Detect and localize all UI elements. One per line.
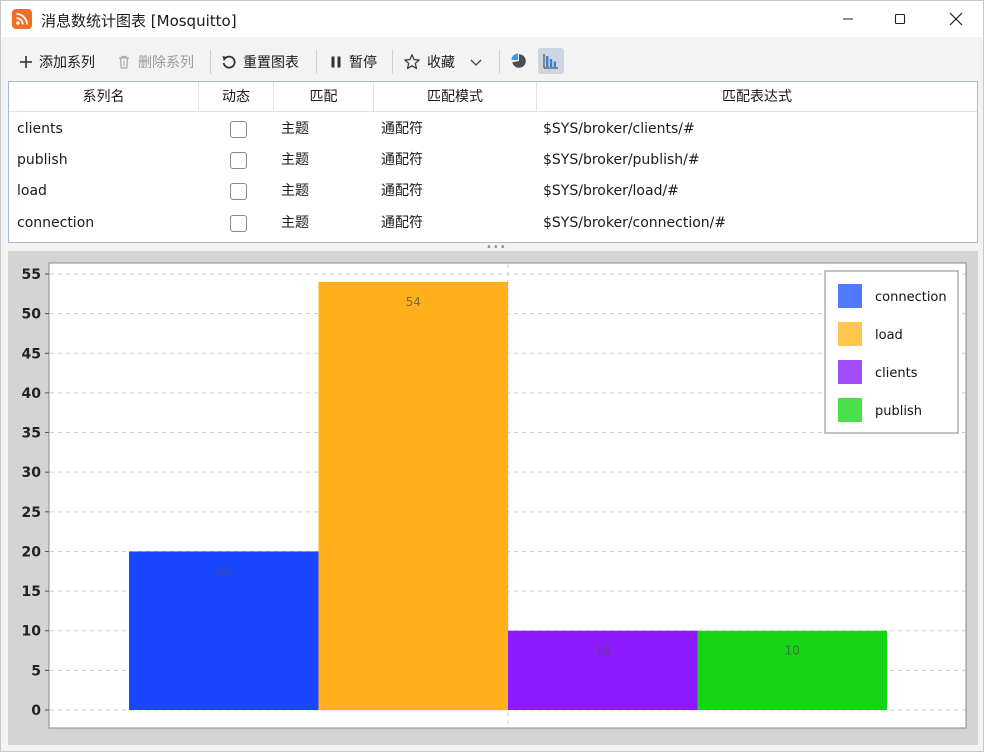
data-label: 10 <box>785 644 800 658</box>
table-row[interactable]: clients 主题 通配符 $SYS/broker/clients/# <box>9 114 977 145</box>
match-cell: 主题 <box>281 183 309 199</box>
pause-icon <box>331 56 341 68</box>
dynamic-checkbox[interactable] <box>230 215 247 232</box>
column-header-series-name[interactable]: 系列名 <box>9 82 199 112</box>
close-button[interactable] <box>931 1 981 37</box>
close-icon <box>949 12 963 26</box>
minimize-icon <box>843 18 853 20</box>
bar-load <box>318 281 508 710</box>
legend-swatch <box>838 284 862 308</box>
y-tick-label: 5 <box>31 663 41 679</box>
bar-clients <box>508 630 698 710</box>
pause-button[interactable]: 暂停 <box>329 48 377 76</box>
dynamic-checkbox[interactable] <box>230 121 247 138</box>
data-label: 54 <box>406 295 421 309</box>
refresh-icon <box>222 55 236 69</box>
match-mode-cell: 通配符 <box>381 152 423 168</box>
expression-cell: $SYS/broker/load/# <box>543 183 679 199</box>
series-name-cell: clients <box>17 121 63 137</box>
pie-chart-toggle[interactable] <box>506 48 532 74</box>
column-header-match[interactable]: 匹配 <box>274 82 374 112</box>
column-header-expression[interactable]: 匹配表达式 <box>537 82 977 112</box>
window-title: 消息数统计图表 [Mosquitto] <box>41 12 237 30</box>
bar-chart-icon <box>543 54 558 69</box>
legend-label: load <box>875 328 903 343</box>
toolbar-separator <box>499 50 500 74</box>
panel-splitter[interactable]: ••• <box>1 243 983 253</box>
match-mode-cell: 通配符 <box>381 183 423 199</box>
bar-chart-toggle[interactable] <box>538 48 564 74</box>
y-tick-label: 55 <box>22 267 41 283</box>
expression-cell: $SYS/broker/clients/# <box>543 121 695 137</box>
match-cell: 主题 <box>281 121 309 137</box>
y-tick-label: 20 <box>22 544 42 560</box>
rss-feed-icon <box>12 9 32 29</box>
bar-chart: 0 5 10 15 20 25 30 35 40 45 50 55 20 54 10 10 connection… <box>22 262 967 729</box>
delete-series-button[interactable]: 删除系列 <box>116 48 194 76</box>
bar-publish <box>697 630 887 710</box>
chart-window: 消息数统计图表 [Mosquitto] 添加系列 删除系列 重置图表 暂停 收藏… <box>0 0 984 752</box>
favorite-label: 收藏 <box>427 55 455 71</box>
legend-swatch <box>838 322 862 346</box>
y-tick-label: 15 <box>22 584 41 600</box>
maximize-button[interactable] <box>875 1 925 37</box>
legend-swatch <box>838 360 862 384</box>
table-row[interactable]: publish 主题 通配符 $SYS/broker/publish/# <box>9 145 977 176</box>
dynamic-checkbox[interactable] <box>230 183 247 200</box>
dynamic-checkbox[interactable] <box>230 152 247 169</box>
data-label: 20 <box>216 564 231 578</box>
toolbar-separator <box>316 50 317 74</box>
plus-icon <box>20 56 32 68</box>
legend-label: publish <box>875 404 922 419</box>
y-tick-label: 50 <box>22 307 42 323</box>
y-tick-label: 10 <box>22 624 42 640</box>
pause-label: 暂停 <box>349 55 377 71</box>
y-tick-label: 40 <box>22 386 42 402</box>
legend-label: clients <box>875 366 918 381</box>
expression-cell: $SYS/broker/publish/# <box>543 152 700 168</box>
series-name-cell: load <box>17 183 47 199</box>
legend-swatch <box>838 398 862 422</box>
y-tick-label: 35 <box>22 426 41 442</box>
legend-label: connection <box>875 290 947 305</box>
table-row[interactable]: connection 主题 通配符 $SYS/broker/connection… <box>9 208 977 239</box>
add-series-label: 添加系列 <box>39 55 95 71</box>
data-label: 10 <box>595 644 610 658</box>
match-cell: 主题 <box>281 152 309 168</box>
minimize-button[interactable] <box>823 1 873 37</box>
series-table: 系列名 动态 匹配 匹配模式 匹配表达式 clients 主题 通配符 $SYS… <box>8 81 978 243</box>
y-tick-label: 25 <box>22 505 41 521</box>
table-header: 系列名 动态 匹配 匹配模式 匹配表达式 <box>9 82 977 112</box>
title-bar[interactable]: 消息数统计图表 [Mosquitto] <box>1 1 983 37</box>
favorite-button[interactable]: 收藏 <box>403 48 483 76</box>
series-name-cell: publish <box>17 152 68 168</box>
reset-chart-button[interactable]: 重置图表 <box>221 48 299 76</box>
expression-cell: $SYS/broker/connection/# <box>543 215 727 231</box>
match-mode-cell: 通配符 <box>381 215 423 231</box>
star-icon <box>404 54 420 70</box>
y-tick-label: 45 <box>22 346 41 362</box>
pie-chart-icon <box>511 53 526 68</box>
add-series-button[interactable]: 添加系列 <box>19 48 95 76</box>
toolbar-separator <box>392 50 393 74</box>
toolbar-separator <box>210 50 211 74</box>
y-tick-label: 30 <box>22 465 42 481</box>
column-header-dynamic[interactable]: 动态 <box>199 82 274 112</box>
chevron-down-icon[interactable] <box>469 55 483 69</box>
toolbar: 添加系列 删除系列 重置图表 暂停 收藏 <box>1 39 983 83</box>
maximize-icon <box>894 13 906 25</box>
table-row[interactable]: load 主题 通配符 $SYS/broker/load/# <box>9 176 977 207</box>
match-cell: 主题 <box>281 215 309 231</box>
delete-series-label: 删除系列 <box>138 55 194 71</box>
trash-icon <box>119 55 129 69</box>
match-mode-cell: 通配符 <box>381 121 423 137</box>
y-tick-label: 0 <box>31 703 41 719</box>
series-name-cell: connection <box>17 215 95 231</box>
reset-chart-label: 重置图表 <box>243 55 299 71</box>
column-header-match-mode[interactable]: 匹配模式 <box>374 82 537 112</box>
chart-panel: 0 5 10 15 20 25 30 35 40 45 50 55 20 54 10 10 connection… <box>8 251 978 745</box>
